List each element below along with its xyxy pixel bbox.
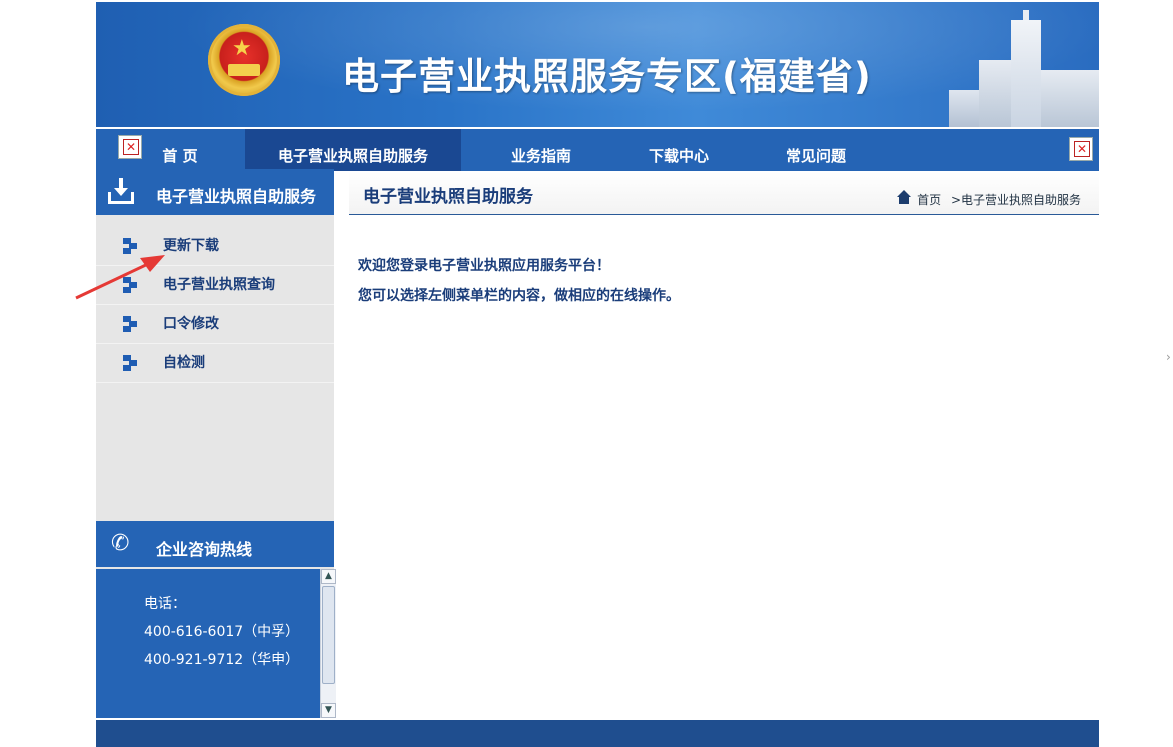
page-edge-mark: ›	[1166, 350, 1171, 364]
main-header: 电子营业执照自助服务 首页 >电子营业执照自助服务	[349, 172, 1099, 215]
page-title: 电子营业执照自助服务	[363, 187, 533, 207]
tab-business-guide[interactable]: 业务指南	[496, 129, 586, 171]
breadcrumb-current: >电子营业执照自助服务	[950, 193, 1081, 207]
site-banner: ★ 电子营业执照服务专区(福建省)	[96, 2, 1099, 127]
welcome-line: 欢迎您登录电子营业执照应用服务平台！	[358, 258, 610, 274]
tab-faq[interactable]: 常见问题	[771, 129, 861, 171]
annotation-arrow	[75, 255, 165, 300]
tab-download-center[interactable]: 下载中心	[634, 129, 724, 171]
broken-image-icon: ✕	[1069, 137, 1093, 161]
hotline-number: 400-921-9712（华申）	[144, 652, 300, 668]
page-container: ★ 电子营业执照服务专区(福建省) ✕ 首 页 电子营业执照自助服务 业务指南 …	[96, 0, 1099, 747]
sidebar-item-label[interactable]: 自检测	[163, 344, 205, 382]
building-illustration	[949, 10, 1099, 127]
phone-icon: ✆	[111, 531, 130, 556]
sidebar-item-password-change[interactable]: 口令修改	[96, 305, 334, 344]
scroll-thumb[interactable]	[322, 586, 335, 684]
site-title: 电子营业执照服务专区(福建省)	[342, 55, 872, 98]
hotline-header: ✆ 企业咨询热线	[96, 521, 334, 567]
breadcrumb-home[interactable]: 首页	[917, 193, 941, 207]
home-icon	[897, 190, 912, 204]
scroll-down-button[interactable]: ▼	[321, 703, 336, 718]
page-footer	[96, 720, 1099, 747]
hotline-title: 企业咨询热线	[156, 540, 253, 559]
hotline-label: 电话：	[144, 596, 186, 612]
hotline-number: 400-616-6017（中孚）	[144, 624, 300, 640]
welcome-line: 您可以选择左侧菜单栏的内容，做相应的在线操作。	[358, 288, 680, 304]
breadcrumb: 首页 >电子营业执照自助服务	[897, 190, 1081, 208]
hotline-scrollbar[interactable]: ▲ ▼	[320, 569, 336, 718]
scroll-up-button[interactable]: ▲	[321, 569, 336, 584]
hotline-panel: 电话： 400-616-6017（中孚） 400-921-9712（华申） ▲ …	[96, 569, 336, 718]
sidebar-item-self-test[interactable]: 自检测	[96, 344, 334, 383]
sidebar-item-label[interactable]: 口令修改	[163, 305, 219, 343]
sidebar-title: 电子营业执照自助服务	[156, 187, 317, 206]
bullet-icon	[123, 355, 139, 371]
main-nav: ✕ 首 页 电子营业执照自助服务 业务指南 下载中心 常见问题 ✕	[96, 127, 1099, 171]
tab-self-service[interactable]: 电子营业执照自助服务	[245, 129, 461, 171]
national-emblem-icon: ★	[208, 24, 280, 96]
bullet-icon	[123, 316, 139, 332]
